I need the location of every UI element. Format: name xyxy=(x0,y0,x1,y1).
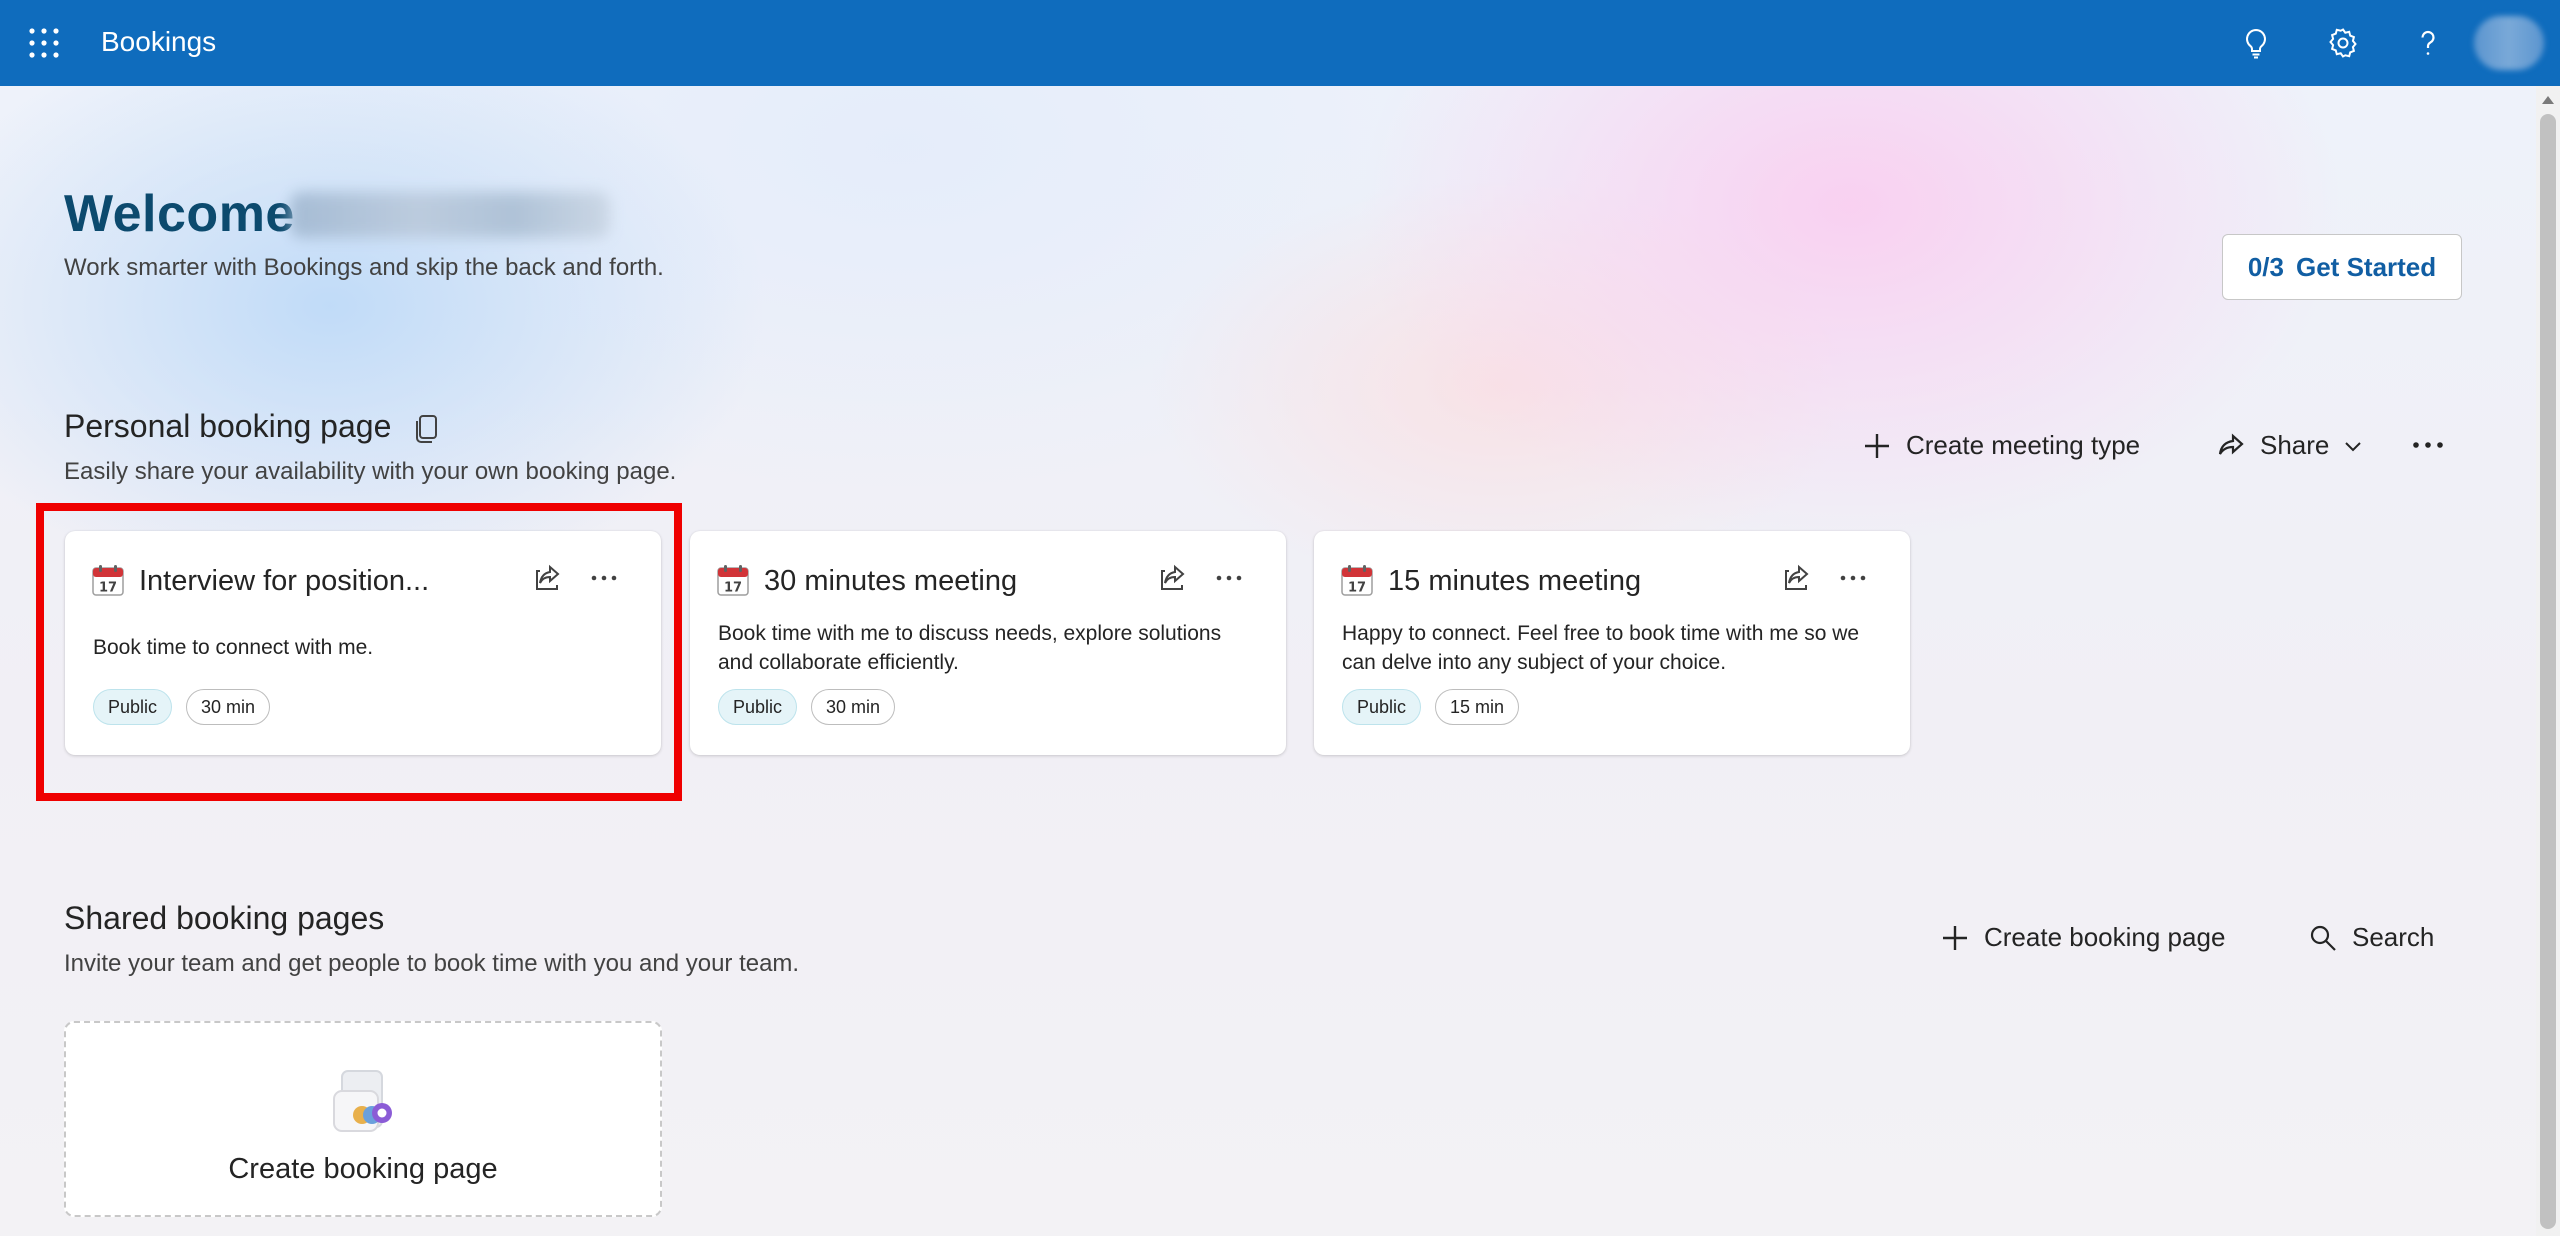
create-booking-page-card-label: Create booking page xyxy=(228,1153,498,1185)
share-button[interactable]: Share xyxy=(2216,430,2363,461)
welcome-title: Welcome xyxy=(64,185,295,243)
meeting-title: 30 minutes meeting xyxy=(764,565,1018,597)
visibility-badge: Public xyxy=(1342,689,1422,725)
personal-booking-subtitle: Easily share your availability with your… xyxy=(64,458,677,485)
more-options-button[interactable] xyxy=(2410,430,2446,460)
plus-icon xyxy=(1865,433,1889,458)
meeting-type-card[interactable]: 17 30 minutes meeting Book time with me … xyxy=(690,531,1286,755)
duration-badge: 30 min xyxy=(811,689,896,725)
app-launcher-waffle-icon[interactable] xyxy=(26,25,62,61)
avatar[interactable] xyxy=(2474,16,2544,70)
gear-icon[interactable] xyxy=(2322,22,2364,64)
duration-badge: 15 min xyxy=(1435,689,1520,725)
welcome-subtitle: Work smarter with Bookings and skip the … xyxy=(64,254,664,281)
top-bar: Bookings xyxy=(0,0,2560,86)
get-started-label: Get Started xyxy=(2296,251,2437,282)
calendar-icon: 17 xyxy=(92,565,124,596)
share-icon[interactable] xyxy=(531,561,565,595)
get-started-progress: 0/3 xyxy=(2247,251,2284,282)
meeting-title: Interview for position... xyxy=(139,565,430,597)
user-name-blurred xyxy=(290,192,610,238)
chevron-down-icon xyxy=(2345,441,2362,451)
plus-icon xyxy=(1943,925,1967,950)
more-icon xyxy=(2413,442,2443,448)
lightbulb-icon[interactable] xyxy=(2235,22,2277,64)
search-icon xyxy=(2310,925,2336,951)
search-button[interactable]: Search xyxy=(2308,922,2434,953)
visibility-badge: Public xyxy=(718,689,798,725)
calendar-icon: 17 xyxy=(717,565,749,596)
meeting-type-card[interactable]: 17 15 minutes meeting Happy to connect. … xyxy=(1314,531,1910,755)
meeting-description: Book time to connect with me. xyxy=(93,636,374,659)
personal-booking-title: Personal booking page xyxy=(64,408,392,444)
create-booking-page-button[interactable]: Create booking page xyxy=(1940,922,2225,953)
share-label: Share xyxy=(2260,430,2330,460)
search-label: Search xyxy=(2352,922,2435,952)
get-started-button[interactable]: 0/3 Get Started xyxy=(2222,234,2462,300)
scrollbar-thumb[interactable] xyxy=(2540,114,2556,1229)
meeting-description: Happy to connect. Feel free to book time… xyxy=(1342,622,1860,674)
shared-booking-title: Shared booking pages xyxy=(64,900,385,936)
shared-booking-subtitle: Invite your team and get people to book … xyxy=(64,950,800,977)
copy-link-icon[interactable] xyxy=(414,412,442,444)
calendar-icon: 17 xyxy=(1341,565,1373,596)
meeting-type-card[interactable]: 17 Interview for position... Book time t… xyxy=(65,531,661,755)
share-icon[interactable] xyxy=(1780,561,1814,595)
meeting-title: 15 minutes meeting xyxy=(1388,565,1642,597)
visibility-badge: Public xyxy=(93,689,173,725)
scroll-up-arrow-icon[interactable] xyxy=(2542,96,2554,104)
meeting-description: Book time with me to discuss needs, expl… xyxy=(718,622,1222,674)
share-icon xyxy=(2218,433,2244,455)
svg-text:17: 17 xyxy=(724,581,742,596)
svg-text:17: 17 xyxy=(1348,581,1366,596)
share-icon[interactable] xyxy=(1156,561,1190,595)
help-icon[interactable] xyxy=(2407,22,2449,64)
create-meeting-type-button[interactable]: Create meeting type xyxy=(1862,430,2140,461)
more-icon[interactable] xyxy=(1212,561,1246,595)
more-icon[interactable] xyxy=(1836,561,1870,595)
app-title[interactable]: Bookings xyxy=(101,26,216,58)
create-booking-page-card[interactable]: Create booking page xyxy=(64,1021,662,1217)
booking-page-illustration-icon xyxy=(333,1070,392,1132)
duration-badge: 30 min xyxy=(186,689,271,725)
more-icon[interactable] xyxy=(587,561,621,595)
create-meeting-type-label: Create meeting type xyxy=(1906,430,2141,460)
svg-text:17: 17 xyxy=(99,581,117,596)
create-booking-page-label: Create booking page xyxy=(1984,922,2226,952)
